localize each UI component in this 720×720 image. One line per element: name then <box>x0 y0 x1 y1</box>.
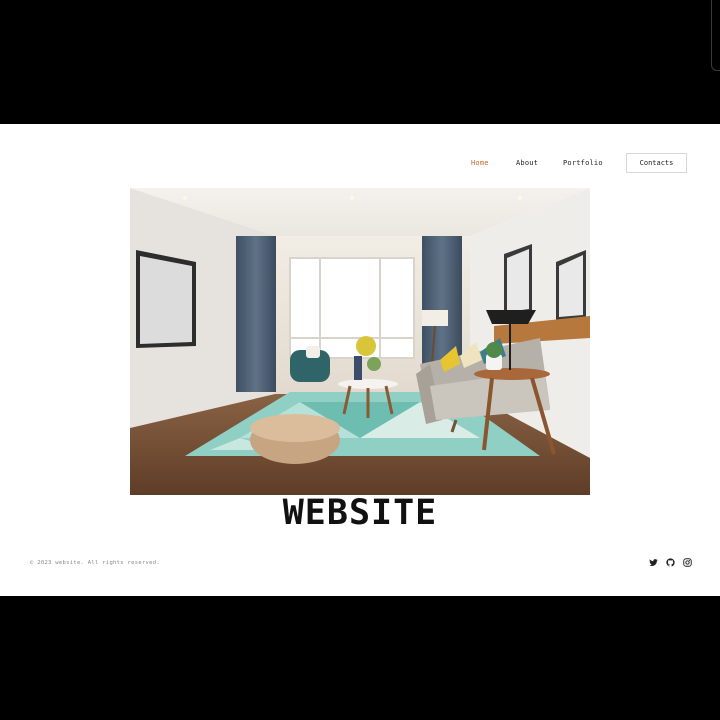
instagram-icon[interactable] <box>683 558 693 568</box>
hero-image <box>130 188 590 495</box>
top-navigation: Home About Portfolio Contacts <box>0 153 720 175</box>
contacts-button[interactable]: Contacts <box>626 153 687 173</box>
nav-link-portfolio[interactable]: Portfolio <box>563 159 603 167</box>
twitter-icon[interactable] <box>649 558 659 568</box>
footer-copyright: © 2023 website. All rights reserved. <box>30 560 161 566</box>
nav-link-about[interactable]: About <box>516 159 538 167</box>
living-room-illustration <box>130 188 590 495</box>
website-page: Home About Portfolio Contacts WEBSITE © … <box>0 124 720 596</box>
github-icon[interactable] <box>666 558 676 568</box>
window-corner-frame <box>711 0 720 71</box>
hero-headline: WEBSITE <box>282 493 438 533</box>
nav-link-home[interactable]: Home <box>471 159 489 167</box>
